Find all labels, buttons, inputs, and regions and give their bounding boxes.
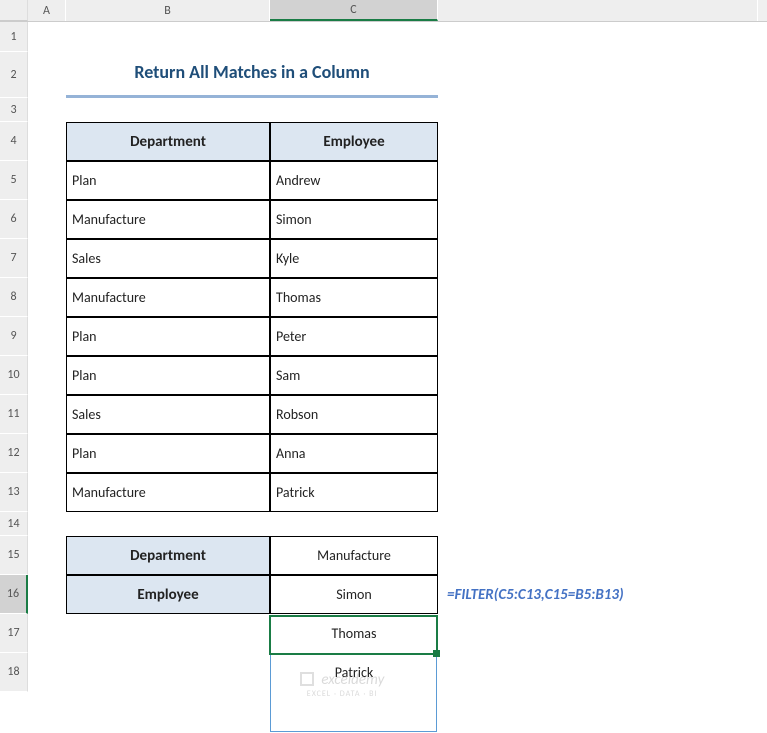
table-row[interactable]: Sam <box>270 356 438 395</box>
col-header-c[interactable]: C <box>270 0 438 21</box>
table-row[interactable]: Plan <box>66 434 270 473</box>
lookup-dept-value[interactable]: Manufacture <box>270 536 438 575</box>
cell-c1[interactable] <box>270 22 438 52</box>
table-row[interactable]: Plan <box>66 161 270 200</box>
page-title: Return All Matches in a Column <box>66 52 438 98</box>
table-row[interactable]: Manufacture <box>66 200 270 239</box>
row-header-3[interactable]: 3 <box>0 98 28 122</box>
cell-b17[interactable] <box>66 614 270 653</box>
table-row[interactable]: Plan <box>66 356 270 395</box>
cell-d4[interactable] <box>438 122 758 161</box>
row-header-6[interactable]: 6 <box>0 200 28 239</box>
table-row[interactable]: Patrick <box>270 473 438 512</box>
col-header-b[interactable]: B <box>66 0 270 21</box>
lookup-emp-result-0[interactable]: Simon <box>270 575 438 614</box>
row-header-9[interactable]: 9 <box>0 317 28 356</box>
cell-d5[interactable] <box>438 161 758 200</box>
cell-d18[interactable] <box>438 653 758 692</box>
cell-a2[interactable] <box>28 52 66 98</box>
lookup-emp-label[interactable]: Employee <box>66 575 270 614</box>
formula-text: =FILTER(C5:C13,C15=B5:B13) <box>443 586 624 604</box>
cell-a15[interactable] <box>28 536 66 575</box>
row-header-4[interactable]: 4 <box>0 122 28 161</box>
cell-d7[interactable] <box>438 239 758 278</box>
cell-d2[interactable] <box>438 52 758 98</box>
row-header-5[interactable]: 5 <box>0 161 28 200</box>
cell-d13[interactable] <box>438 473 758 512</box>
col-header-a[interactable]: A <box>28 0 66 21</box>
cell-a16[interactable] <box>28 575 66 614</box>
row-header-10[interactable]: 10 <box>0 356 28 395</box>
column-headers-row: A B C <box>0 0 767 22</box>
cell-d9[interactable] <box>438 317 758 356</box>
cell-a8[interactable] <box>28 278 66 317</box>
cell-d15[interactable] <box>438 536 758 575</box>
cell-b14[interactable] <box>66 512 270 536</box>
row-header-7[interactable]: 7 <box>0 239 28 278</box>
row-header-17[interactable]: 17 <box>0 614 28 653</box>
cell-b18[interactable] <box>66 653 270 692</box>
cell-a5[interactable] <box>28 161 66 200</box>
formula-annotation: =FILTER(C5:C13,C15=B5:B13) <box>438 575 758 614</box>
col-header-rest[interactable] <box>438 0 758 21</box>
cell-d14[interactable] <box>438 512 758 536</box>
cell-a13[interactable] <box>28 473 66 512</box>
row-header-8[interactable]: 8 <box>0 278 28 317</box>
table-row[interactable]: Sales <box>66 239 270 278</box>
cell-a6[interactable] <box>28 200 66 239</box>
table-row[interactable]: Sales <box>66 395 270 434</box>
select-all-corner[interactable] <box>0 0 28 21</box>
table-row[interactable]: Manufacture <box>66 473 270 512</box>
cell-d8[interactable] <box>438 278 758 317</box>
cell-a4[interactable] <box>28 122 66 161</box>
table-row[interactable]: Kyle <box>270 239 438 278</box>
table-row[interactable]: Plan <box>66 317 270 356</box>
cell-b1[interactable] <box>66 22 270 52</box>
table1-header-dept[interactable]: Department <box>66 122 270 161</box>
cell-a12[interactable] <box>28 434 66 473</box>
cell-d3[interactable] <box>438 98 758 122</box>
cell-a1[interactable] <box>28 22 66 52</box>
row-header-11[interactable]: 11 <box>0 395 28 434</box>
table-row[interactable]: Anna <box>270 434 438 473</box>
spreadsheet-grid[interactable]: A B C 1 2 Return All Matches in a Column… <box>0 0 767 733</box>
row-header-18[interactable]: 18 <box>0 653 28 692</box>
row-header-14[interactable]: 14 <box>0 512 28 536</box>
lookup-emp-result-2[interactable]: Patrick <box>270 653 438 692</box>
cell-a7[interactable] <box>28 239 66 278</box>
row-header-2[interactable]: 2 <box>0 52 28 98</box>
table1-header-emp[interactable]: Employee <box>270 122 438 161</box>
table-row[interactable]: Robson <box>270 395 438 434</box>
lookup-emp-result-1[interactable]: Thomas <box>270 614 438 653</box>
row-header-1[interactable]: 1 <box>0 22 28 52</box>
cell-d11[interactable] <box>438 395 758 434</box>
cell-a9[interactable] <box>28 317 66 356</box>
cell-d17[interactable] <box>438 614 758 653</box>
cell-b3[interactable] <box>66 98 270 122</box>
table-row[interactable]: Simon <box>270 200 438 239</box>
table-row[interactable]: Thomas <box>270 278 438 317</box>
cell-c3[interactable] <box>270 98 438 122</box>
table-row[interactable]: Andrew <box>270 161 438 200</box>
cell-d10[interactable] <box>438 356 758 395</box>
cell-d12[interactable] <box>438 434 758 473</box>
row-header-13[interactable]: 13 <box>0 473 28 512</box>
cell-c14[interactable] <box>270 512 438 536</box>
cell-d1[interactable] <box>438 22 758 52</box>
cell-a17[interactable] <box>28 614 66 653</box>
cell-a18[interactable] <box>28 653 66 692</box>
cell-a11[interactable] <box>28 395 66 434</box>
lookup-dept-label[interactable]: Department <box>66 536 270 575</box>
row-header-16[interactable]: 16 <box>0 575 28 614</box>
cell-a14[interactable] <box>28 512 66 536</box>
cell-a10[interactable] <box>28 356 66 395</box>
table-row[interactable]: Peter <box>270 317 438 356</box>
cell-d6[interactable] <box>438 200 758 239</box>
row-header-15[interactable]: 15 <box>0 536 28 575</box>
cell-a3[interactable] <box>28 98 66 122</box>
row-header-12[interactable]: 12 <box>0 434 28 473</box>
table-row[interactable]: Manufacture <box>66 278 270 317</box>
